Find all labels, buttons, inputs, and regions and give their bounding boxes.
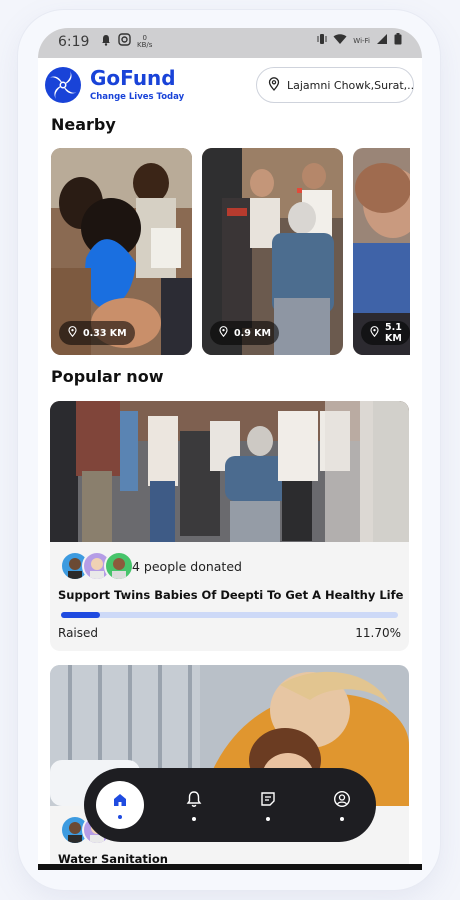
app-header: GoFund Change Lives Today Lajamni Chowk,… [38,58,422,114]
nearby-heading: Nearby [51,115,116,134]
brand-tagline: Change Lives Today [90,92,185,102]
location-text: Lajamni Chowk,Surat,... [287,78,413,92]
screen-bottom-edge [38,864,422,870]
vibrate-icon [317,33,327,49]
donors-count: 4 people donated [132,559,242,574]
nearby-card[interactable]: 0.33 KM [51,148,192,355]
raised-progress-bar [61,612,398,618]
campaign-title: Support Twins Babies Of Deepti To Get A … [58,588,404,602]
network-speed: 0 KB/s [137,34,153,49]
dnd-bell-icon [100,34,112,50]
nav-home-button[interactable] [96,781,144,829]
gofund-logo-icon [44,66,82,104]
instagram-icon [118,33,131,50]
distance-badge: 0.9 KM [210,321,279,345]
location-pin-icon [218,326,229,340]
campaign-photo [50,401,409,542]
distance-badge: 0.33 KM [59,321,135,345]
nearby-card[interactable]: 0.9 KM [202,148,343,355]
note-icon [259,790,277,812]
speed-unit: KB/s [137,40,153,49]
status-time: 6:19 [58,34,90,50]
distance-text: 5.1 KM [385,322,402,344]
app-screen: 6:19 0 KB/s Wi-Fi GoFund Change Lives To… [38,28,422,870]
campaign-card[interactable]: 4 people donated Support Twins Babies Of… [50,401,409,651]
distance-text: 0.33 KM [83,327,127,339]
battery-icon [394,33,402,49]
raised-label: Raised [58,626,99,640]
nav-dot [192,816,196,821]
wifi-icon [333,33,347,49]
nav-profile-button[interactable] [314,768,370,842]
bell-icon [185,790,203,812]
active-indicator [118,814,122,819]
nav-notifications-button[interactable] [166,768,222,842]
location-pin-icon [369,326,380,340]
bottom-nav [84,768,376,842]
donor-avatars [60,551,134,581]
progress-fill [61,612,101,618]
nav-dot [340,816,344,821]
distance-badge: 5.1 KM [361,321,410,345]
home-icon [112,792,128,812]
nav-notes-button[interactable] [240,768,296,842]
nav-dot [266,816,270,821]
brand-name: GoFund [90,66,176,90]
status-bar: 6:19 0 KB/s Wi-Fi [38,28,422,58]
raised-percent: 11.70% [355,626,401,640]
location-selector[interactable]: Lajamni Chowk,Surat,... [256,67,414,103]
nearby-card[interactable]: 5.1 KM [353,148,410,355]
distance-text: 0.9 KM [234,327,271,339]
signal-icon [376,33,388,49]
wifi-label: Wi-Fi [353,36,370,45]
profile-icon [333,790,351,812]
avatar [104,551,134,581]
location-pin-icon [67,326,78,340]
popular-heading: Popular now [51,367,164,386]
location-pin-icon [267,76,281,95]
